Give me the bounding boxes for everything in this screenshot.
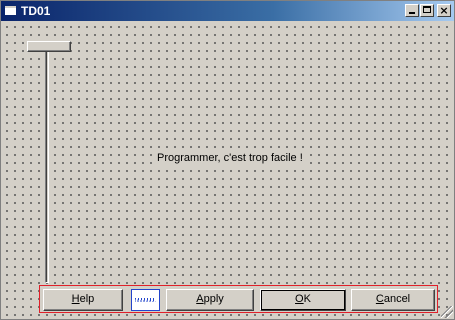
title-bar[interactable]: TD01 × — [1, 1, 454, 21]
maximize-button[interactable] — [420, 4, 434, 17]
window-icon — [5, 6, 16, 15]
minimize-button[interactable] — [405, 4, 419, 17]
message-label: Programmer, c'est trop facile ! — [155, 152, 305, 164]
ok-button[interactable]: OK — [260, 289, 346, 311]
close-icon: × — [439, 4, 449, 17]
cancel-button[interactable]: Cancel — [351, 289, 435, 311]
button-bar: Help Apply OK Cancel — [39, 285, 438, 313]
apply-button[interactable]: Apply — [166, 289, 254, 311]
trackbar-thumb[interactable] — [27, 41, 71, 52]
close-button[interactable]: × — [437, 4, 451, 17]
trackbar-groove[interactable] — [45, 43, 49, 283]
help-button[interactable]: Help — [43, 289, 123, 311]
app-window: TD01 × Programmer, c'est trop facile ! H… — [0, 0, 455, 320]
resize-grip-icon[interactable] — [441, 306, 453, 318]
window-title: TD01 — [21, 4, 51, 18]
spring-coil — [135, 298, 156, 302]
form-design-surface: Programmer, c'est trop facile ! Help App… — [1, 21, 454, 319]
spring-icon[interactable] — [131, 289, 160, 311]
